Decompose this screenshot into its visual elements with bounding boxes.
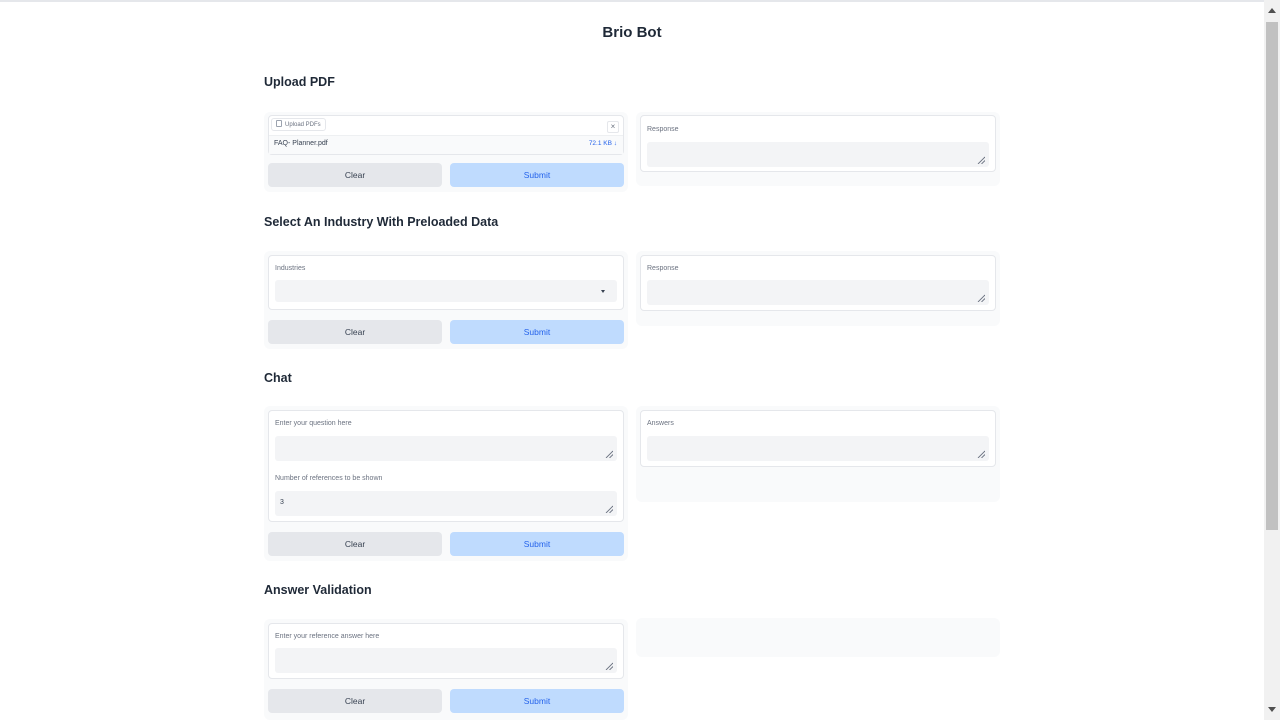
chat-submit-button[interactable]: Submit (450, 532, 624, 556)
industry-panel: Industries Clear Submit (264, 251, 628, 349)
top-border (0, 0, 1264, 2)
upload-response-box: Response (640, 115, 996, 172)
answers-label: Answers (647, 420, 674, 427)
validation-submit-button[interactable]: Submit (450, 689, 624, 713)
validation-clear-button[interactable]: Clear (268, 689, 442, 713)
resize-handle-icon (977, 450, 985, 458)
upload-response-textarea[interactable] (647, 142, 989, 167)
industry-response-panel: Response (636, 251, 1000, 326)
question-label: Enter your question here (275, 420, 352, 427)
upload-clear-button[interactable]: Clear (268, 163, 442, 187)
chat-clear-button[interactable]: Clear (268, 532, 442, 556)
file-icon (276, 120, 282, 127)
resize-handle-icon (605, 505, 613, 513)
industry-heading: Select An Industry With Preloaded Data (264, 215, 499, 229)
references-value: 3 (280, 499, 284, 506)
industry-submit-button[interactable]: Submit (450, 320, 624, 344)
answers-box: Answers (640, 410, 996, 467)
answers-textarea[interactable] (647, 436, 989, 461)
chat-panel: Enter your question here Number of refer… (264, 406, 628, 561)
file-row: FAQ- Planner.pdf 72.1 KB ↓ (269, 135, 623, 154)
reference-answer-label: Enter your reference answer here (275, 633, 380, 640)
upload-panel: Upload PDFs × FAQ- Planner.pdf 72.1 KB ↓… (264, 112, 628, 192)
file-size-download[interactable]: 72.1 KB ↓ (589, 140, 617, 147)
scroll-down-icon[interactable] (1268, 707, 1276, 712)
upload-tab: Upload PDFs (271, 118, 326, 131)
upload-tab-label: Upload PDFs (285, 122, 321, 128)
validation-panel: Enter your reference answer here Clear S… (264, 619, 628, 720)
resize-handle-icon (605, 662, 613, 670)
industries-dropdown[interactable] (275, 280, 617, 302)
scroll-thumb[interactable] (1266, 22, 1278, 530)
validation-input-box: Enter your reference answer here (268, 623, 624, 679)
references-textarea[interactable]: 3 (275, 491, 617, 516)
industry-response-box: Response (640, 255, 996, 311)
upload-response-panel: Response (636, 112, 1000, 186)
industry-response-label: Response (647, 265, 679, 272)
resize-handle-icon (977, 294, 985, 302)
validation-heading: Answer Validation (264, 583, 372, 597)
upload-heading: Upload PDF (264, 75, 335, 89)
upload-response-label: Response (647, 126, 679, 133)
chat-heading: Chat (264, 371, 292, 385)
file-name: FAQ- Planner.pdf (274, 140, 328, 147)
industry-dropdown-box: Industries (268, 255, 624, 310)
page-scrollbar[interactable] (1264, 0, 1280, 720)
references-label: Number of references to be shown (275, 475, 383, 482)
reference-answer-textarea[interactable] (275, 648, 617, 673)
app-title: Brio Bot (602, 24, 662, 41)
industries-label: Industries (275, 265, 306, 272)
validation-output-panel (636, 618, 1000, 657)
scroll-up-icon[interactable] (1268, 8, 1276, 13)
file-upload-area[interactable]: Upload PDFs × FAQ- Planner.pdf 72.1 KB ↓ (268, 115, 624, 155)
question-textarea[interactable] (275, 436, 617, 461)
chevron-down-icon (601, 290, 605, 293)
industry-response-textarea[interactable] (647, 280, 989, 305)
industry-clear-button[interactable]: Clear (268, 320, 442, 344)
answers-panel: Answers (636, 406, 1000, 502)
resize-handle-icon (605, 450, 613, 458)
close-icon[interactable]: × (607, 121, 619, 133)
resize-handle-icon (977, 156, 985, 164)
upload-submit-button[interactable]: Submit (450, 163, 624, 187)
chat-inputs-box: Enter your question here Number of refer… (268, 410, 624, 522)
